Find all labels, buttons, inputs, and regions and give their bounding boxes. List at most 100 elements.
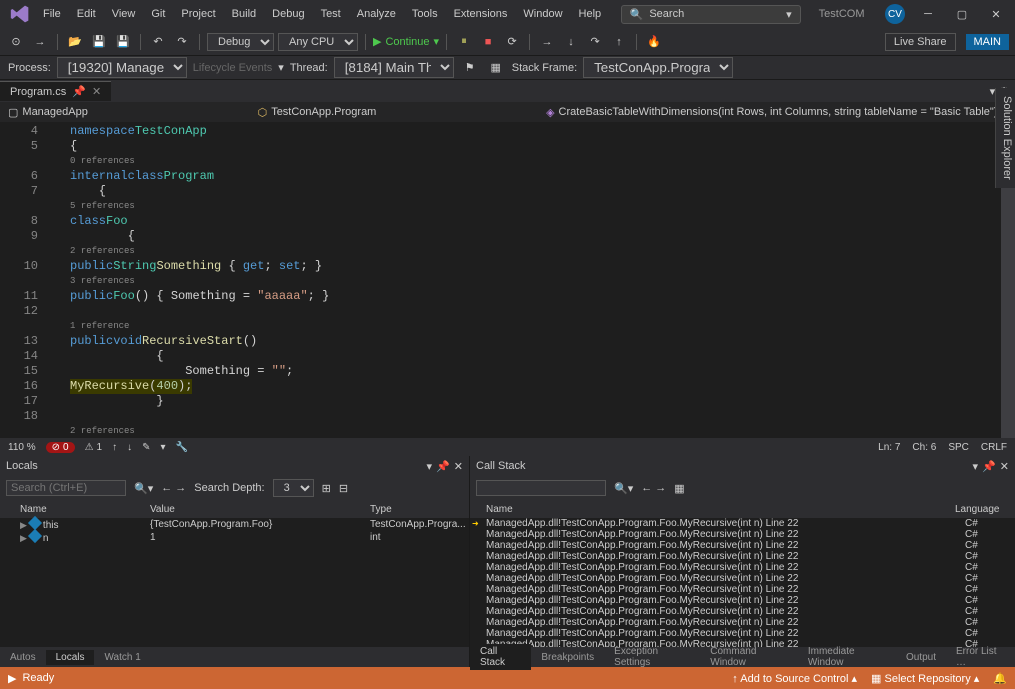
callstack-frame[interactable]: ➜ManagedApp.dll!TestConApp.Program.Foo.M…	[470, 518, 1015, 529]
tab-error-list-…[interactable]: Error List …	[946, 644, 1015, 670]
tab-locals[interactable]: Locals	[46, 650, 95, 665]
menu-file[interactable]: File	[36, 5, 68, 23]
panel-dropdown-icon[interactable]: ▾	[427, 460, 433, 473]
tab-output[interactable]: Output	[896, 650, 946, 665]
bell-icon[interactable]: 🔔	[993, 672, 1007, 685]
tab-immediate-window[interactable]: Immediate Window	[798, 644, 896, 670]
tab-watch-1[interactable]: Watch 1	[94, 650, 150, 665]
error-count[interactable]: ⊘ 0	[46, 442, 75, 453]
callstack-frame[interactable]: ManagedApp.dll!TestConApp.Program.Foo.My…	[470, 606, 1015, 617]
indent-mode[interactable]: SPC	[948, 442, 969, 453]
code-editor[interactable]: 45678910111213141516171819202122➜232425 …	[0, 122, 1015, 438]
callstack-frame[interactable]: ManagedApp.dll!TestConApp.Program.Foo.My…	[470, 628, 1015, 639]
locals-row[interactable]: ▶n1int	[0, 531, 469, 544]
nav-down-icon[interactable]: ↓	[127, 442, 132, 453]
panel-close-icon[interactable]: ✕	[454, 460, 463, 473]
hot-reload-icon[interactable]: 🔥	[644, 32, 664, 52]
zoom-level[interactable]: 110 %	[8, 442, 36, 453]
solution-explorer-collapsed[interactable]: Solution Explorer	[995, 88, 1015, 188]
panel-pin-icon[interactable]: 📌	[436, 460, 450, 473]
breadcrumb-class[interactable]: ⬡TestConApp.Program	[258, 106, 377, 119]
step-over-icon[interactable]: ↷	[585, 32, 605, 52]
breadcrumb-project[interactable]: ▢ManagedApp	[8, 106, 88, 119]
menu-help[interactable]: Help	[572, 5, 609, 23]
menu-debug[interactable]: Debug	[265, 5, 311, 23]
panel-pin-icon[interactable]: 📌	[982, 460, 996, 473]
menu-tools[interactable]: Tools	[405, 5, 445, 23]
panel-close-icon[interactable]: ✕	[1000, 460, 1009, 473]
locals-row[interactable]: ▶this{TestConApp.Program.Foo}TestConApp.…	[0, 518, 469, 531]
threads-icon[interactable]: ▦	[486, 58, 506, 78]
redo-icon[interactable]: ↷	[172, 32, 192, 52]
config-dropdown[interactable]: Debug	[207, 33, 274, 51]
global-search[interactable]: 🔍 Search ▾	[621, 5, 801, 24]
stackframe-dropdown[interactable]: TestConApp.Program.Foo.MyRecursive	[583, 57, 733, 78]
code-body[interactable]: namespace TestConApp{ 0 references inter…	[70, 122, 1015, 438]
continue-button[interactable]: ▶ Continue ▾	[373, 35, 439, 48]
search-go-icon[interactable]: 🔍▾	[134, 482, 153, 495]
callstack-frame[interactable]: ManagedApp.dll!TestConApp.Program.Foo.My…	[470, 529, 1015, 540]
menu-build[interactable]: Build	[225, 5, 263, 23]
menu-extensions[interactable]: Extensions	[447, 5, 515, 23]
callstack-frame[interactable]: ManagedApp.dll!TestConApp.Program.Foo.My…	[470, 617, 1015, 628]
platform-dropdown[interactable]: Any CPU	[278, 33, 358, 51]
main-badge[interactable]: MAIN	[966, 34, 1010, 50]
locals-search-input[interactable]	[6, 480, 126, 496]
select-repo[interactable]: ▦ Select Repository ▴	[871, 672, 979, 685]
open-icon[interactable]: 📂	[65, 32, 85, 52]
user-avatar[interactable]: CV	[885, 4, 905, 24]
tab-breakpoints[interactable]: Breakpoints	[531, 650, 604, 665]
depth-dropdown[interactable]: 3	[273, 479, 314, 497]
menu-window[interactable]: Window	[516, 5, 569, 23]
wrench-icon[interactable]: 🔧	[176, 442, 188, 453]
step-out-icon[interactable]: ↑	[609, 32, 629, 52]
pin-icon[interactable]: 📌	[72, 85, 86, 98]
menu-test[interactable]: Test	[314, 5, 348, 23]
menu-edit[interactable]: Edit	[70, 5, 103, 23]
breadcrumb-method[interactable]: ◈CrateBasicTableWithDimensions(int Rows,…	[546, 106, 1007, 119]
callstack-frame[interactable]: ManagedApp.dll!TestConApp.Program.Foo.My…	[470, 595, 1015, 606]
locals-tb-icon1[interactable]: ⊞	[322, 482, 331, 495]
menu-analyze[interactable]: Analyze	[350, 5, 403, 23]
thread-dropdown[interactable]: [8184] Main Thread	[334, 57, 454, 78]
panel-dropdown-icon[interactable]: ▾	[973, 460, 979, 473]
callstack-frame[interactable]: ManagedApp.dll!TestConApp.Program.Foo.My…	[470, 584, 1015, 595]
callstack-frame[interactable]: ManagedApp.dll!TestConApp.Program.Foo.My…	[470, 573, 1015, 584]
callstack-frame[interactable]: ManagedApp.dll!TestConApp.Program.Foo.My…	[470, 551, 1015, 562]
minimize-button[interactable]: ─	[913, 4, 943, 24]
undo-icon[interactable]: ↶	[148, 32, 168, 52]
save-all-icon[interactable]: 💾	[113, 32, 133, 52]
nav-up-icon[interactable]: ↑	[112, 442, 117, 453]
nav-back-icon[interactable]: ⊙	[6, 32, 26, 52]
tab-call-stack[interactable]: Call Stack	[470, 644, 531, 670]
warning-count[interactable]: ⚠ 1	[85, 442, 103, 453]
save-icon[interactable]: 💾	[89, 32, 109, 52]
tab-command-window[interactable]: Command Window	[700, 644, 798, 670]
line-ending[interactable]: CRLF	[981, 442, 1007, 453]
tab-autos[interactable]: Autos	[0, 650, 46, 665]
step-into-icon[interactable]: ↓	[561, 32, 581, 52]
lifecycle-events[interactable]: Lifecycle Events	[193, 62, 272, 74]
show-next-icon[interactable]: →	[537, 32, 557, 52]
callstack-search-input[interactable]	[476, 480, 606, 496]
tab-exception-settings[interactable]: Exception Settings	[604, 644, 700, 670]
callstack-frame[interactable]: ManagedApp.dll!TestConApp.Program.Foo.My…	[470, 540, 1015, 551]
view-mode-icon[interactable]: ▦	[674, 482, 684, 495]
close-tab-icon[interactable]: ✕	[92, 85, 101, 98]
menu-view[interactable]: View	[105, 5, 143, 23]
restart-icon[interactable]: ⟳	[502, 32, 522, 52]
flag-icon[interactable]: ⚑	[460, 58, 480, 78]
close-button[interactable]: ✕	[981, 4, 1011, 24]
search-go-icon[interactable]: 🔍▾	[614, 482, 633, 495]
nav-fwd-icon[interactable]: →	[30, 32, 50, 52]
process-dropdown[interactable]: [19320] ManagedApp.exe	[57, 57, 187, 78]
add-source-control[interactable]: ↑ Add to Source Control ▴	[732, 672, 857, 685]
locals-tb-icon2[interactable]: ⊟	[339, 482, 348, 495]
file-tab-program[interactable]: Program.cs 📌 ✕	[0, 81, 111, 101]
maximize-button[interactable]: ▢	[947, 4, 977, 24]
menu-project[interactable]: Project	[174, 5, 222, 23]
live-share-button[interactable]: Live Share	[885, 33, 956, 51]
pen-icon[interactable]: ✎	[142, 442, 150, 453]
break-all-icon[interactable]: ⏸	[454, 32, 474, 52]
stop-icon[interactable]: ■	[478, 32, 498, 52]
